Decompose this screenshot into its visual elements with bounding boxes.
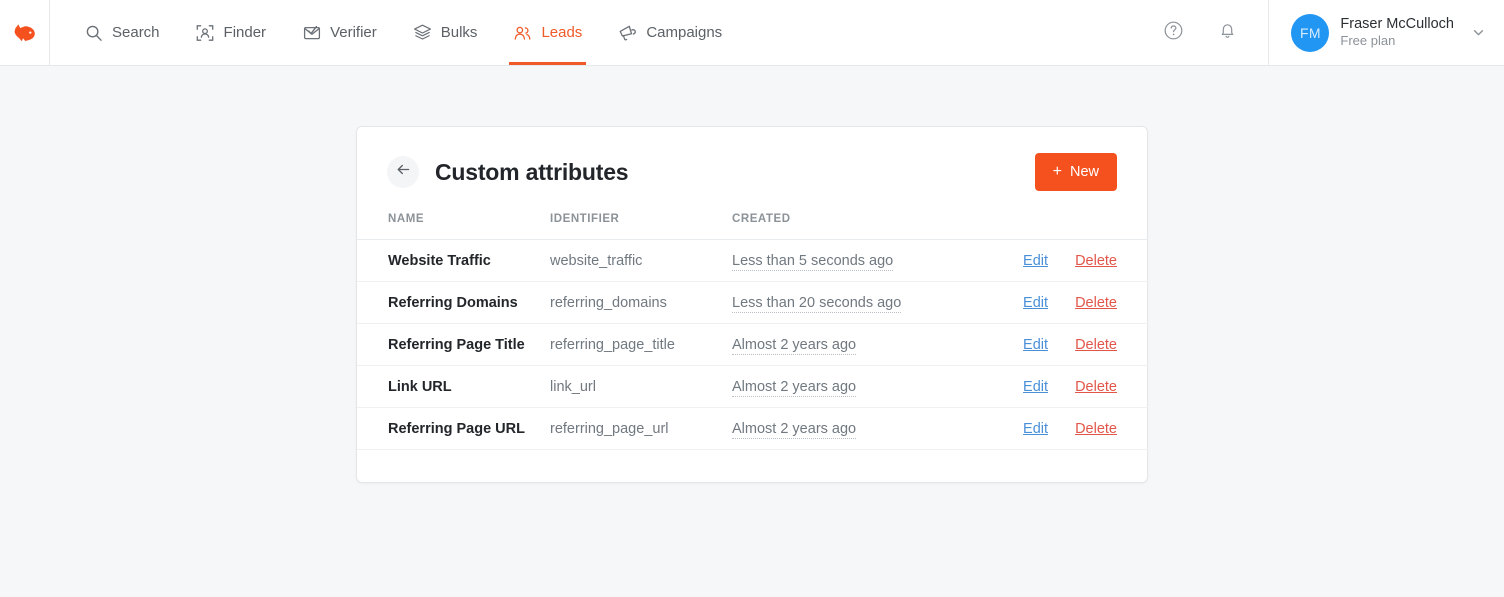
new-attribute-button[interactable]: + New bbox=[1035, 153, 1117, 191]
avatar-initials: FM bbox=[1300, 25, 1321, 41]
new-button-label: New bbox=[1070, 164, 1099, 180]
user-name: Fraser McCulloch bbox=[1340, 15, 1454, 33]
delete-link[interactable]: Delete bbox=[1075, 337, 1117, 353]
column-header-identifier: IDENTIFIER bbox=[550, 213, 732, 240]
cell-identifier: link_url bbox=[550, 366, 732, 408]
cell-created: Almost 2 years ago bbox=[732, 366, 1010, 408]
notifications-button[interactable] bbox=[1210, 16, 1244, 50]
question-circle-icon bbox=[1163, 20, 1184, 46]
nav-label: Leads bbox=[541, 24, 582, 41]
campaigns-icon bbox=[618, 23, 637, 42]
card-footer bbox=[357, 450, 1147, 482]
cell-name: Referring Domains bbox=[357, 282, 550, 324]
created-timestamp: Less than 5 seconds ago bbox=[732, 253, 893, 271]
user-plan: Free plan bbox=[1340, 33, 1454, 49]
top-right-controls: FM Fraser McCulloch Free plan bbox=[1146, 0, 1504, 65]
user-meta: Fraser McCulloch Free plan bbox=[1340, 15, 1454, 49]
nav-item-bulks[interactable]: Bulks bbox=[395, 0, 496, 65]
chevron-down-icon[interactable] bbox=[1471, 25, 1486, 40]
cell-created: Less than 5 seconds ago bbox=[732, 240, 1010, 282]
delete-link[interactable]: Delete bbox=[1075, 295, 1117, 311]
bell-icon bbox=[1217, 20, 1238, 46]
cell-name: Referring Page Title bbox=[357, 324, 550, 366]
edit-link[interactable]: Edit bbox=[1023, 253, 1048, 269]
nav-label: Campaigns bbox=[646, 24, 722, 41]
back-button[interactable] bbox=[387, 156, 419, 188]
edit-link[interactable]: Edit bbox=[1023, 379, 1048, 395]
column-header-name: NAME bbox=[357, 213, 550, 240]
table-header-row: NAME IDENTIFIER CREATED bbox=[357, 213, 1148, 240]
cell-actions: Edit Delete bbox=[1010, 282, 1148, 324]
column-header-created: CREATED bbox=[732, 213, 1010, 240]
nav-label: Bulks bbox=[441, 24, 478, 41]
table-row: Referring Domains referring_domains Less… bbox=[357, 282, 1148, 324]
plus-icon: + bbox=[1053, 164, 1062, 180]
cell-identifier: referring_domains bbox=[550, 282, 732, 324]
search-icon bbox=[84, 23, 103, 42]
nav-label: Search bbox=[112, 24, 160, 41]
nav-item-finder[interactable]: Finder bbox=[178, 0, 285, 65]
cell-created: Almost 2 years ago bbox=[732, 408, 1010, 450]
created-timestamp: Almost 2 years ago bbox=[732, 379, 856, 397]
nav-item-verifier[interactable]: Verifier bbox=[284, 0, 395, 65]
cell-identifier: website_traffic bbox=[550, 240, 732, 282]
edit-link[interactable]: Edit bbox=[1023, 421, 1048, 437]
verifier-icon bbox=[302, 23, 321, 42]
avatar: FM bbox=[1291, 14, 1329, 52]
created-timestamp: Almost 2 years ago bbox=[732, 421, 856, 439]
column-header-actions bbox=[1010, 213, 1148, 240]
edit-link[interactable]: Edit bbox=[1023, 337, 1048, 353]
cell-actions: Edit Delete bbox=[1010, 366, 1148, 408]
nav-label: Verifier bbox=[330, 24, 377, 41]
nav-item-leads[interactable]: Leads bbox=[495, 0, 600, 65]
user-menu[interactable]: FM Fraser McCulloch Free plan bbox=[1269, 14, 1504, 52]
cell-actions: Edit Delete bbox=[1010, 408, 1148, 450]
nav-spacer bbox=[740, 0, 1146, 65]
table-row: Link URL link_url Almost 2 years ago Edi… bbox=[357, 366, 1148, 408]
cell-created: Less than 20 seconds ago bbox=[732, 282, 1010, 324]
cell-name: Website Traffic bbox=[357, 240, 550, 282]
brand-logo[interactable] bbox=[0, 0, 50, 65]
main-nav: Search Finder Verifier bbox=[50, 0, 740, 65]
custom-attributes-card: Custom attributes + New NAME IDENTIFIER … bbox=[356, 126, 1148, 483]
hunter-fox-logo-icon bbox=[12, 20, 38, 46]
table-head: NAME IDENTIFIER CREATED bbox=[357, 213, 1148, 240]
edit-link[interactable]: Edit bbox=[1023, 295, 1048, 311]
finder-icon bbox=[196, 23, 215, 42]
delete-link[interactable]: Delete bbox=[1075, 421, 1117, 437]
cell-name: Referring Page URL bbox=[357, 408, 550, 450]
cell-identifier: referring_page_title bbox=[550, 324, 732, 366]
cell-actions: Edit Delete bbox=[1010, 324, 1148, 366]
table-row: Referring Page Title referring_page_titl… bbox=[357, 324, 1148, 366]
created-timestamp: Almost 2 years ago bbox=[732, 337, 856, 355]
created-timestamp: Less than 20 seconds ago bbox=[732, 295, 901, 313]
leads-icon bbox=[513, 23, 532, 42]
table-row: Website Traffic website_traffic Less tha… bbox=[357, 240, 1148, 282]
custom-attributes-table: NAME IDENTIFIER CREATED Website Traffic … bbox=[357, 213, 1148, 450]
table-row: Referring Page URL referring_page_url Al… bbox=[357, 408, 1148, 450]
delete-link[interactable]: Delete bbox=[1075, 379, 1117, 395]
top-navigation-bar: Search Finder Verifier bbox=[0, 0, 1504, 66]
nav-label: Finder bbox=[224, 24, 267, 41]
cell-actions: Edit Delete bbox=[1010, 240, 1148, 282]
card-header: Custom attributes + New bbox=[357, 127, 1147, 213]
table-body: Website Traffic website_traffic Less tha… bbox=[357, 240, 1148, 450]
page-title: Custom attributes bbox=[435, 159, 628, 186]
nav-item-campaigns[interactable]: Campaigns bbox=[600, 0, 740, 65]
cell-created: Almost 2 years ago bbox=[732, 324, 1010, 366]
bulks-icon bbox=[413, 23, 432, 42]
main-content: Custom attributes + New NAME IDENTIFIER … bbox=[0, 66, 1504, 483]
delete-link[interactable]: Delete bbox=[1075, 253, 1117, 269]
cell-name: Link URL bbox=[357, 366, 550, 408]
cell-identifier: referring_page_url bbox=[550, 408, 732, 450]
help-button[interactable] bbox=[1156, 16, 1190, 50]
nav-item-search[interactable]: Search bbox=[66, 0, 178, 65]
arrow-left-icon bbox=[395, 161, 412, 183]
